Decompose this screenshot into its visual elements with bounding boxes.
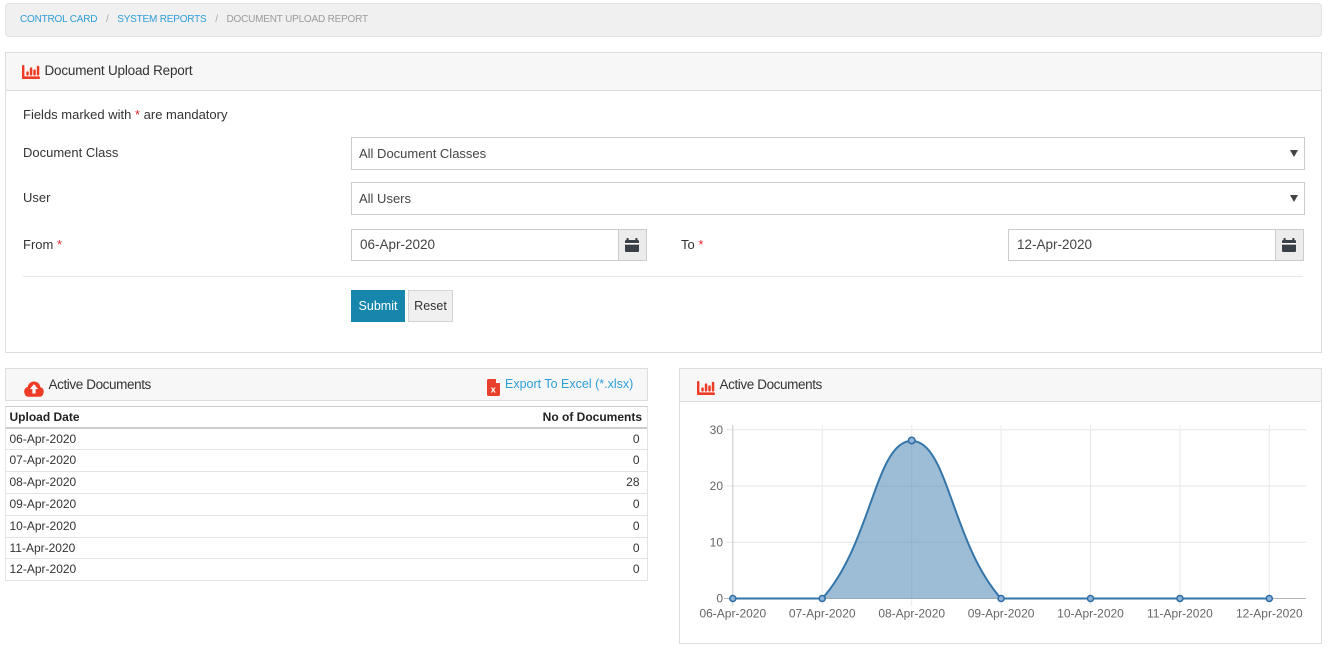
svg-text:x: x (491, 385, 496, 395)
svg-text:07-Apr-2020: 07-Apr-2020 (789, 607, 856, 621)
svg-text:20: 20 (710, 479, 724, 493)
svg-text:30: 30 (710, 423, 724, 437)
svg-text:08-Apr-2020: 08-Apr-2020 (878, 607, 945, 621)
svg-text:10: 10 (710, 535, 724, 549)
svg-text:11-Apr-2020: 11-Apr-2020 (1147, 607, 1213, 621)
svg-text:12-Apr-2020: 12-Apr-2020 (1236, 607, 1303, 621)
svg-text:10-Apr-2020: 10-Apr-2020 (1057, 607, 1124, 621)
svg-text:06-Apr-2020: 06-Apr-2020 (699, 607, 766, 621)
svg-text:0: 0 (716, 592, 723, 606)
svg-text:09-Apr-2020: 09-Apr-2020 (968, 607, 1035, 621)
